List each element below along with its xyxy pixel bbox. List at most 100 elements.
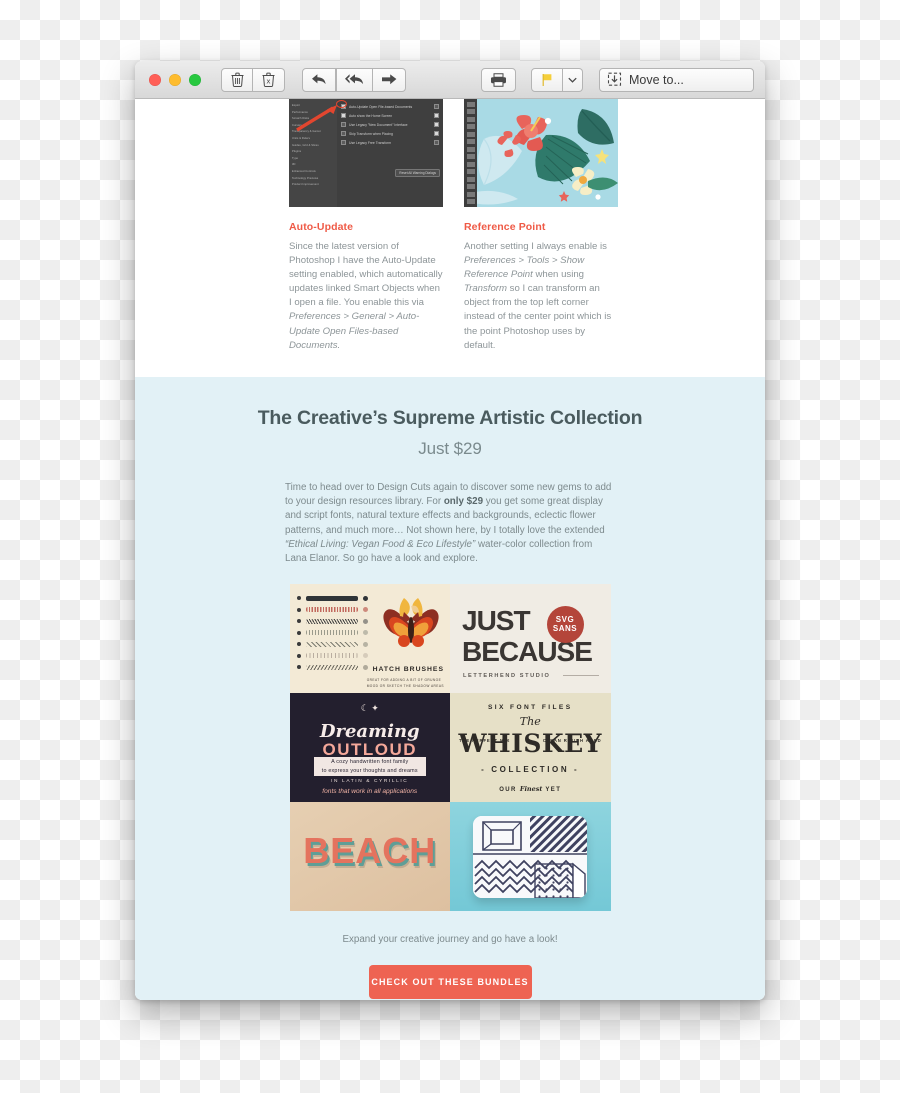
checkbox-right[interactable]	[434, 140, 439, 145]
svg-sans-badge: SVG SANS	[546, 605, 584, 643]
photoshop-preferences-screenshot: Export Performance Scratch Disks Cursors…	[289, 99, 443, 207]
article-column-auto-update: Export Performance Scratch Disks Cursors…	[289, 99, 443, 353]
product-card-geometric-pillow[interactable]	[450, 801, 611, 911]
product-grid: HATCH BRUSHES GREAT FOR ADDING A BIT OF …	[289, 583, 611, 911]
butterfly-icon	[383, 597, 439, 647]
close-button[interactable]	[149, 73, 161, 86]
product-word-dreaming: Dreaming	[319, 720, 420, 742]
article-heading-reference-point: Reference Point	[464, 221, 546, 233]
prefs-sidebar-item: Units & Rulers	[292, 136, 310, 140]
prefs-checkbox-row: Skip Transform when Placing	[341, 129, 439, 138]
prefs-checkbox-row: Use Legacy Free Transform	[341, 138, 439, 147]
email-body: Export Performance Scratch Disks Cursors…	[135, 99, 765, 1000]
junk-button[interactable]: x	[253, 67, 285, 92]
promo-body: Time to head over to Design Cuts again t…	[285, 481, 612, 565]
prefs-checkbox-row: Auto-Update Open File-based Documents	[341, 102, 439, 111]
print-button[interactable]	[481, 67, 516, 92]
flag-group	[531, 67, 583, 92]
trash-icon	[231, 72, 243, 87]
print-group	[481, 67, 516, 92]
prefs-checkbox-label: Auto-Update Open File-based Documents	[349, 104, 413, 109]
reply-button[interactable]	[302, 67, 336, 92]
moon-stars-icon: ☾ ✦	[360, 702, 379, 713]
product-card-whiskey-collection[interactable]: SIX FONT FILES The WHISKEY - COLLECTION …	[450, 692, 611, 802]
divider-rule	[562, 674, 599, 676]
product-subtitle-hatch-brushes: GREAT FOR ADDING A BIT OF GRUNGE MOOD OR…	[367, 677, 444, 689]
product-card-hatch-brushes[interactable]: HATCH BRUSHES GREAT FOR ADDING A BIT OF …	[289, 583, 450, 693]
move-to-folder-icon	[607, 72, 622, 86]
pillow-mockup	[473, 815, 587, 898]
badge-perfect-mix: THE PERFECT MIX	[459, 737, 511, 743]
tropical-art	[464, 99, 618, 207]
checkbox-right[interactable]	[434, 131, 439, 136]
mail-window: x Move to... Export Performance Scratch …	[135, 61, 765, 1000]
article-heading-auto-update: Auto-Update	[289, 221, 354, 233]
prefs-checkbox-label: Use Legacy Free Transform	[349, 140, 392, 145]
prefs-sidebar-item: Enhanced Controls	[292, 169, 316, 173]
reply-group	[302, 67, 406, 92]
article-columns: Export Performance Scratch Disks Cursors…	[135, 99, 765, 353]
annotation-arrow-icon	[296, 105, 337, 132]
product-card-beach-text-effect[interactable]: BEACH	[289, 801, 450, 911]
prefs-sidebar-item: Product Improvement	[292, 183, 319, 187]
delete-button[interactable]	[221, 67, 253, 92]
product-script-support: IN LATIN & CYRILLIC	[331, 778, 409, 784]
prefs-sidebar-item: Guides, Grid & Slices	[292, 143, 319, 147]
reply-all-button[interactable]	[336, 67, 373, 92]
checkbox-home-screen[interactable]	[341, 113, 346, 118]
checkbox-skip-transform[interactable]	[341, 131, 346, 136]
forward-arrow-icon	[382, 74, 397, 85]
footer-script: Finest	[519, 784, 543, 793]
prefs-options: Auto-Update Open File-based Documents Au…	[337, 99, 443, 207]
prefs-checkbox-row: Use Legacy "New Document" Interface	[341, 120, 439, 129]
product-the: The	[519, 714, 541, 728]
product-footer-letterhend: LETTERHEND STUDIO	[463, 672, 551, 679]
tropical-illustration-thumbnail[interactable]	[464, 99, 618, 207]
prefs-sidebar-item: Plugins	[292, 150, 302, 154]
flag-dropdown-button[interactable]	[563, 67, 583, 92]
checkbox-legacy-free-transform[interactable]	[341, 140, 346, 145]
prefs-sidebar-item: Type	[292, 156, 299, 160]
article-column-reference-point: Reference Point Another setting I always…	[464, 99, 618, 353]
delete-group: x	[221, 67, 285, 92]
product-collection-label: - COLLECTION -	[481, 764, 580, 774]
photoshop-toolbar-strip	[464, 99, 477, 207]
prefs-checkbox-row: Auto show the Home Screen	[341, 111, 439, 120]
badge-line-2: SANS	[552, 624, 578, 634]
checkbox-right[interactable]	[434, 104, 439, 109]
prefs-checkbox-label: Skip Transform when Placing	[349, 131, 393, 136]
check-out-bundles-button[interactable]: CHECK OUT THESE BUNDLES	[368, 964, 532, 999]
pillow-pattern	[473, 815, 587, 898]
window-titlebar: x Move to...	[135, 61, 765, 99]
badge-line-1: SVG	[555, 614, 575, 624]
product-band-2: to express your thoughts and dreams	[313, 765, 426, 776]
product-card-just-because[interactable]: JUST BECAUSE SVG SANS LETTERHEND STUDIO	[450, 583, 611, 693]
maximize-button[interactable]	[189, 73, 201, 86]
checkbox-right[interactable]	[434, 122, 439, 127]
product-title-hatch-brushes: HATCH BRUSHES	[372, 665, 444, 673]
prefs-sidebar-item: Technology Previews	[292, 176, 319, 180]
traffic-lights	[149, 73, 201, 86]
product-arc-text: SIX FONT FILES	[487, 703, 573, 711]
chevron-down-icon	[568, 77, 577, 83]
footer-pre: OUR	[499, 786, 517, 793]
prefs-checkbox-label: Use Legacy "New Document" Interface	[349, 122, 408, 127]
product-card-dreaming-outloud[interactable]: ☾ ✦ Dreaming OUTLOUD A cozy handwritten …	[289, 692, 450, 802]
photoshop-preferences-thumbnail[interactable]: Export Performance Scratch Disks Cursors…	[289, 99, 443, 207]
prefs-sidebar-item: 3D	[292, 163, 296, 167]
checkbox-right[interactable]	[434, 113, 439, 118]
reset-warnings-button[interactable]: Reset All Warning Dialogs	[395, 169, 440, 177]
footer-post: YET	[545, 786, 562, 793]
checkbox-legacy-new-doc[interactable]	[341, 122, 346, 127]
flag-button[interactable]	[531, 67, 563, 92]
flag-icon	[542, 73, 552, 86]
promo-title: The Creative’s Supreme Artistic Collecti…	[257, 406, 643, 429]
subtitle-line-2: MOOD OR SKETCH THE SHADOW AREAS	[366, 683, 444, 688]
cta-tagline: Expand your creative journey and go have…	[342, 933, 558, 945]
move-to-button[interactable]: Move to...	[599, 67, 754, 92]
product-footer-whiskey: OUR Finest YET	[450, 785, 611, 793]
forward-button[interactable]	[373, 67, 406, 92]
promo-price: Just $29	[418, 438, 482, 458]
minimize-button[interactable]	[169, 73, 181, 86]
article-body-reference-point: Another setting I always enable is Prefe…	[464, 241, 612, 351]
